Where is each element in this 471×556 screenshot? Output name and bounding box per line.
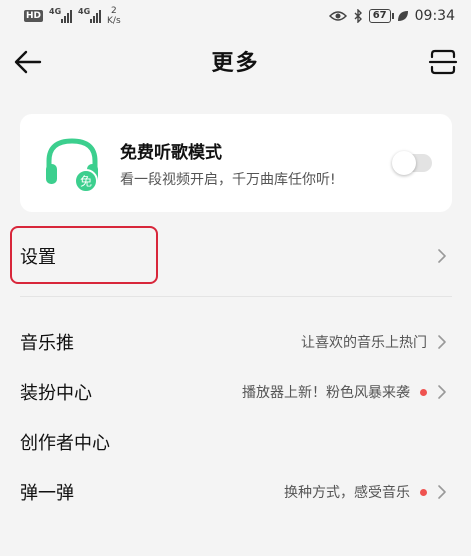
- page-title: 更多: [211, 51, 260, 76]
- menu-hint: 换种方式，感受音乐: [284, 485, 410, 501]
- hd-badge: HD: [24, 10, 44, 22]
- chevron-right-icon: [438, 485, 446, 499]
- network-speed: 2 K/s: [107, 6, 121, 26]
- free-listening-card[interactable]: 免 免费听歌模式 看一段视频开启，千万曲库任你听!: [20, 114, 452, 212]
- menu-label: 装扮中心: [20, 383, 92, 404]
- settings-row[interactable]: 设置: [0, 224, 471, 288]
- leaf-icon: [397, 11, 408, 21]
- battery-icon: 67: [368, 9, 394, 23]
- status-left: HD 4G 4G 2 K/s: [24, 6, 121, 26]
- chevron-right-icon: [438, 335, 446, 349]
- scan-icon[interactable]: [427, 46, 459, 78]
- menu-item-pop-pop[interactable]: 弹一弹 换种方式，感受音乐: [0, 468, 471, 516]
- free-mode-title: 免费听歌模式: [120, 142, 222, 163]
- back-arrow-icon[interactable]: [12, 46, 44, 78]
- menu-label: 弹一弹: [20, 483, 74, 504]
- settings-label: 设置: [20, 247, 56, 268]
- menu-hint: 播放器上新！粉色风暴来袭: [242, 385, 410, 401]
- menu-right: 播放器上新！粉色风暴来袭: [242, 382, 447, 402]
- status-bar: HD 4G 4G 2 K/s 67 09:34: [0, 0, 471, 32]
- menu-hint: 让喜欢的音乐上热门: [301, 335, 427, 351]
- notification-dot: [420, 488, 427, 496]
- signal-icon: 4G: [49, 7, 73, 23]
- headphone-icon: 免: [46, 138, 98, 193]
- chevron-right-icon: [438, 249, 446, 263]
- menu-item-music-promo[interactable]: 音乐推 让喜欢的音乐上热门: [0, 318, 471, 366]
- menu-label: 创作者中心: [20, 433, 110, 454]
- divider: [20, 296, 452, 297]
- free-badge: 免: [80, 174, 92, 189]
- notification-dot: [420, 388, 427, 396]
- status-right: 67 09:34: [328, 8, 455, 24]
- menu-right: 换种方式，感受音乐: [284, 482, 447, 502]
- signal-icon: 4G: [78, 7, 102, 23]
- menu-right: 让喜欢的音乐上热门: [301, 332, 447, 352]
- header: 更多: [0, 32, 471, 90]
- clock: 09:34: [414, 8, 455, 24]
- bluetooth-icon: [354, 9, 362, 23]
- toggle-knob: [392, 151, 416, 175]
- menu-label: 音乐推: [20, 333, 74, 354]
- free-mode-toggle[interactable]: [392, 151, 432, 175]
- chevron-right-icon: [438, 385, 446, 399]
- menu-item-theme-center[interactable]: 装扮中心 播放器上新！粉色风暴来袭: [0, 368, 471, 416]
- menu-item-creator-center[interactable]: 创作者中心: [0, 418, 471, 466]
- eye-icon: [328, 11, 347, 21]
- free-mode-text: 免费听歌模式 看一段视频开启，千万曲库任你听!: [120, 138, 382, 189]
- free-mode-subtitle: 看一段视频开启，千万曲库任你听!: [120, 171, 336, 188]
